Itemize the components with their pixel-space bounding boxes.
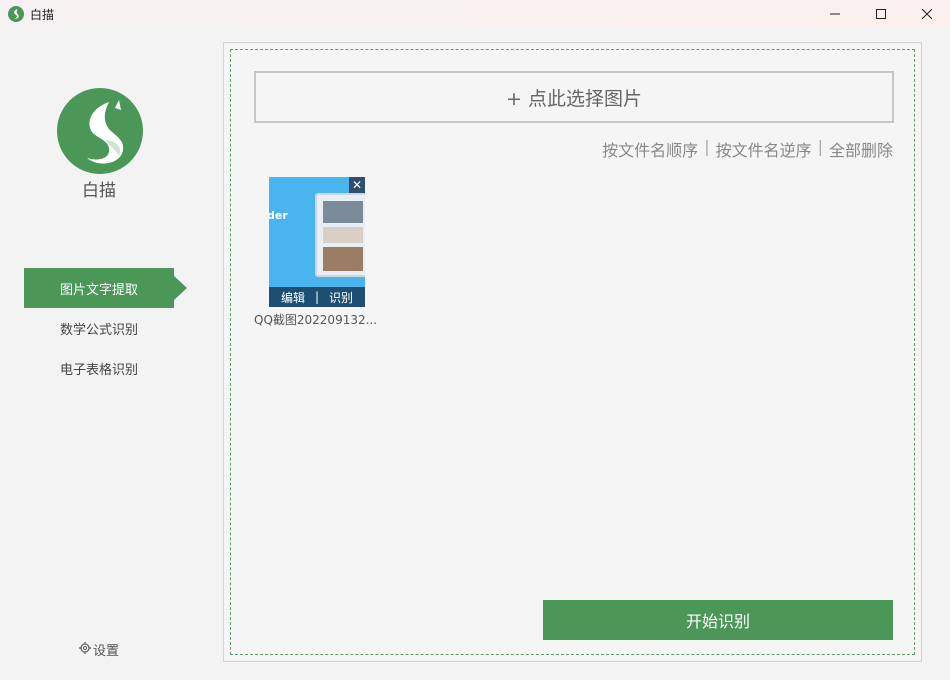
main-area: + 点此选择图片 按文件名顺序 | 按文件名逆序 | 全部删除 der ✕ 编辑…: [198, 28, 950, 680]
minimize-icon: [830, 13, 840, 15]
separator: |: [817, 137, 823, 156]
maximize-icon: [876, 9, 886, 19]
recognize-image-button[interactable]: 识别: [329, 289, 353, 306]
minimize-button[interactable]: [812, 0, 858, 28]
thumbnail-preview-text: der: [269, 209, 288, 222]
edit-image-button[interactable]: 编辑: [281, 289, 305, 306]
separator: |: [314, 290, 320, 304]
image-filename: QQ截图202209132...: [254, 313, 378, 327]
drop-zone[interactable]: + 点此选择图片 按文件名顺序 | 按文件名逆序 | 全部删除 der ✕ 编辑…: [223, 42, 922, 662]
app-logo-icon: [57, 88, 143, 174]
delete-all-link[interactable]: 全部删除: [829, 137, 893, 161]
window-title: 白描: [30, 7, 55, 22]
sidebar-item-image-text[interactable]: 图片文字提取: [24, 268, 187, 308]
app-logo-icon: [8, 6, 24, 22]
select-image-button[interactable]: + 点此选择图片: [254, 71, 894, 123]
sidebar-item-spreadsheet[interactable]: 电子表格识别: [24, 348, 174, 388]
remove-image-button[interactable]: ✕: [349, 177, 365, 193]
sort-toolbar: 按文件名顺序 | 按文件名逆序 | 全部删除: [602, 137, 893, 161]
separator: |: [704, 137, 710, 156]
sidebar-item-label: 数学公式识别: [59, 322, 138, 338]
maximize-button[interactable]: [858, 0, 904, 28]
settings-label: 设置: [92, 644, 119, 659]
window-controls: [812, 0, 950, 28]
thumbnail-photo: [323, 201, 363, 223]
settings-button[interactable]: 设置: [0, 640, 198, 659]
close-icon: [922, 9, 932, 19]
sidebar-item-label: 图片文字提取: [59, 282, 138, 298]
sidebar-item-math-formula[interactable]: 数学公式识别: [24, 308, 174, 348]
image-thumbnail[interactable]: der ✕ 编辑 | 识别: [269, 177, 365, 307]
thumbnail-preview: [315, 193, 365, 277]
thumbnail-action-bar: 编辑 | 识别: [269, 287, 365, 307]
close-button[interactable]: [904, 0, 950, 28]
sidebar: 白描 图片文字提取 数学公式识别 电子表格识别 设置: [0, 28, 198, 680]
thumbnail-photo: [323, 227, 363, 243]
sort-by-name-desc-link[interactable]: 按文件名逆序: [716, 137, 812, 161]
gear-icon: [78, 641, 91, 658]
sort-by-name-asc-link[interactable]: 按文件名顺序: [602, 137, 698, 161]
title-bar: 白描: [0, 0, 950, 28]
start-recognition-button[interactable]: 开始识别: [543, 600, 893, 640]
thumbnail-photo: [323, 247, 363, 271]
sidebar-item-label: 电子表格识别: [59, 362, 138, 378]
app-name-label: 白描: [82, 181, 116, 201]
